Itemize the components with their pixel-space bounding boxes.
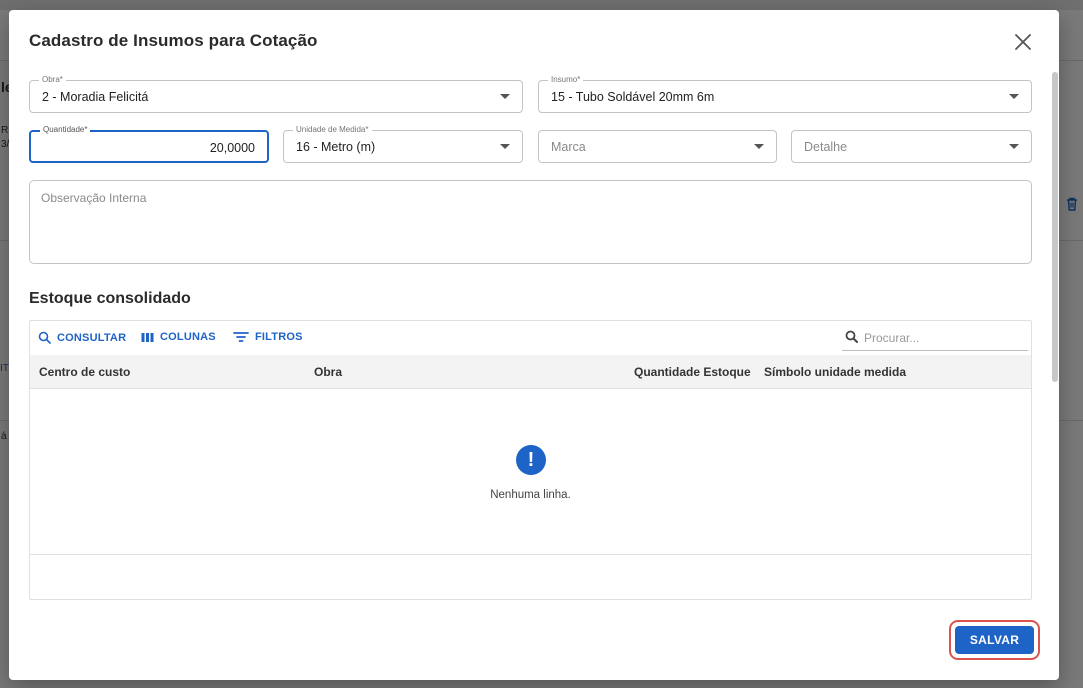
marca-placeholder: Marca — [551, 140, 586, 154]
insumo-value: 15 - Tubo Soldável 20mm 6m — [551, 90, 715, 104]
stock-section-title: Estoque consolidado — [29, 290, 191, 307]
dialog-scrollbar[interactable] — [1052, 72, 1058, 382]
column-header-centro-de-custo[interactable]: Centro de custo — [39, 365, 130, 379]
close-icon — [1015, 34, 1031, 50]
unidade-medida-value: 16 - Metro (m) — [296, 140, 376, 154]
column-header-obra[interactable]: Obra — [314, 365, 342, 379]
dropdown-arrow-icon — [1009, 144, 1019, 149]
close-button[interactable] — [1012, 31, 1034, 53]
filtros-label: FILTROS — [255, 331, 303, 343]
columns-icon — [141, 332, 154, 342]
obra-label: Obra* — [39, 75, 66, 85]
insumo-cotacao-dialog: Cadastro de Insumos para Cotação Obra* 2… — [9, 10, 1059, 680]
obra-value: 2 - Moradia Felicitá — [42, 90, 149, 104]
insumo-select[interactable]: Insumo* 15 - Tubo Soldável 20mm 6m — [538, 75, 1032, 113]
dropdown-arrow-icon — [500, 94, 510, 99]
colunas-label: COLUNAS — [160, 331, 216, 343]
save-button[interactable]: SALVAR — [955, 626, 1034, 654]
grid-search — [842, 327, 1028, 351]
dropdown-arrow-icon — [500, 144, 510, 149]
observacao-placeholder: Observação Interna — [41, 191, 147, 205]
detalhe-select[interactable]: Detalhe — [791, 130, 1032, 163]
dialog-title: Cadastro de Insumos para Cotação — [29, 31, 318, 50]
stock-data-grid: CONSULTAR COLUNAS FILTROS Centro de cust… — [29, 320, 1032, 600]
column-header-quantidade-estoque[interactable]: Quantidade Estoque — [634, 365, 751, 379]
dropdown-arrow-icon — [754, 144, 764, 149]
quantidade-label: Quantidade* — [40, 125, 91, 135]
consultar-label: CONSULTAR — [57, 331, 127, 344]
unidade-medida-select[interactable]: Unidade de Medida* 16 - Metro (m) — [283, 125, 523, 163]
insumo-label: Insumo* — [548, 75, 584, 85]
colunas-button[interactable]: COLUNAS — [141, 331, 216, 343]
detalhe-placeholder: Detalhe — [804, 140, 848, 154]
quantidade-value: 20,0000 — [209, 141, 255, 155]
consultar-button[interactable]: CONSULTAR — [38, 331, 126, 344]
observacao-interna-field[interactable]: Observação Interna — [29, 180, 1032, 264]
empty-state-message: Nenhuma linha. — [490, 489, 571, 501]
quantidade-field[interactable]: Quantidade* 20,0000 — [29, 125, 269, 163]
marca-select[interactable]: Marca — [538, 130, 777, 163]
obra-select[interactable]: Obra* 2 - Moradia Felicitá — [29, 75, 523, 113]
column-header-simbolo-unidade-medida[interactable]: Símbolo unidade medida — [764, 365, 906, 379]
save-button-highlight: SALVAR — [949, 620, 1040, 660]
filter-icon — [233, 332, 249, 342]
grid-toolbar: CONSULTAR COLUNAS FILTROS — [30, 321, 1031, 355]
filtros-button[interactable]: FILTROS — [233, 331, 303, 343]
grid-search-input[interactable] — [864, 330, 1019, 346]
search-icon — [38, 331, 51, 344]
unidade-medida-label: Unidade de Medida* — [293, 125, 372, 135]
search-icon — [845, 330, 858, 343]
grid-header-row: Centro de custo Obra Quantidade Estoque … — [30, 355, 1031, 389]
grid-body: ! Nenhuma linha. — [30, 389, 1031, 555]
info-icon: ! — [516, 445, 546, 475]
dropdown-arrow-icon — [1009, 94, 1019, 99]
